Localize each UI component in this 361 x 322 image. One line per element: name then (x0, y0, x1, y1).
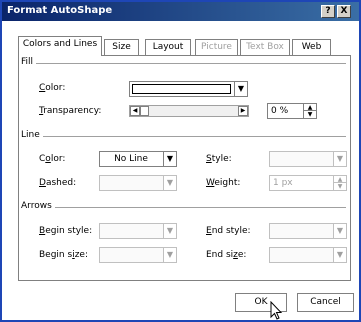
fill-color-swatch (132, 84, 231, 94)
line-style-select[interactable]: ▼ (269, 151, 347, 167)
arrows-divider (23, 207, 346, 208)
transparency-value: 0 % (271, 106, 289, 116)
tab-picture[interactable]: Picture (195, 39, 238, 55)
weight-spinner[interactable]: 1 px ▲ ▼ (269, 175, 347, 191)
end-style-select[interactable]: ▼ (269, 223, 347, 239)
spin-down-icon[interactable]: ▼ (333, 183, 346, 190)
colors-and-lines-panel: Fill Color: ▼ Transparency: ◀ ▶ 0 % ▲ ▼ … (18, 55, 351, 281)
line-color-value: No Line (114, 154, 148, 164)
line-style-label: Style: (206, 154, 232, 164)
chevron-down-icon[interactable]: ▼ (333, 224, 346, 238)
line-divider (23, 136, 346, 137)
cancel-button[interactable]: Cancel (297, 293, 354, 312)
arrows-heading: Arrows (21, 201, 55, 211)
chevron-down-icon[interactable]: ▼ (333, 248, 346, 262)
chevron-down-icon[interactable]: ▼ (163, 248, 176, 262)
dialog-title: Format AutoShape (7, 5, 113, 16)
end-size-label: End size: (206, 250, 247, 260)
begin-size-select[interactable]: ▼ (99, 247, 177, 263)
format-autoshape-dialog: Format AutoShape ? X Colors and Lines Si… (0, 0, 361, 322)
weight-value: 1 px (273, 178, 293, 188)
tab-web[interactable]: Web (292, 39, 331, 55)
chevron-down-icon[interactable]: ▼ (234, 82, 247, 96)
tab-layout[interactable]: Layout (145, 39, 191, 55)
chevron-down-icon[interactable]: ▼ (163, 224, 176, 238)
dashed-label: Dashed: (39, 178, 77, 188)
dashed-select[interactable]: ▼ (99, 175, 177, 191)
begin-style-select[interactable]: ▼ (99, 223, 177, 239)
spin-up-icon[interactable]: ▲ (303, 104, 316, 111)
scroll-right-icon[interactable]: ▶ (238, 106, 248, 116)
spin-up-icon[interactable]: ▲ (333, 176, 346, 183)
tab-colors-and-lines[interactable]: Colors and Lines (18, 36, 102, 56)
line-color-label: Color: (39, 154, 66, 164)
help-button[interactable]: ? (321, 5, 335, 18)
spin-down-icon[interactable]: ▼ (303, 111, 316, 118)
tab-size[interactable]: Size (104, 39, 139, 55)
fill-color-label: Color: (39, 83, 66, 93)
slider-thumb[interactable] (140, 106, 149, 116)
chevron-down-icon[interactable]: ▼ (163, 176, 176, 190)
weight-label: Weight: (206, 178, 241, 188)
begin-size-label: Begin size: (39, 250, 88, 260)
line-color-select[interactable]: No Line ▼ (99, 151, 177, 167)
chevron-down-icon[interactable]: ▼ (163, 152, 176, 166)
end-size-select[interactable]: ▼ (269, 247, 347, 263)
close-button[interactable]: X (337, 5, 351, 18)
transparency-spinner[interactable]: 0 % ▲ ▼ (267, 103, 317, 119)
fill-divider (23, 63, 346, 64)
end-style-label: End style: (206, 226, 251, 236)
tab-text-box[interactable]: Text Box (240, 39, 290, 55)
title-bar[interactable]: Format AutoShape ? X (2, 2, 359, 21)
transparency-slider[interactable]: ◀ ▶ (129, 105, 249, 117)
begin-style-label: Begin style: (39, 226, 93, 236)
transparency-label: Transparency: (39, 106, 102, 116)
mouse-pointer-icon (270, 301, 283, 320)
line-heading: Line (21, 130, 43, 140)
fill-heading: Fill (21, 57, 37, 67)
fill-color-picker[interactable]: ▼ (129, 81, 248, 97)
chevron-down-icon[interactable]: ▼ (333, 152, 346, 166)
scroll-left-icon[interactable]: ◀ (130, 106, 140, 116)
